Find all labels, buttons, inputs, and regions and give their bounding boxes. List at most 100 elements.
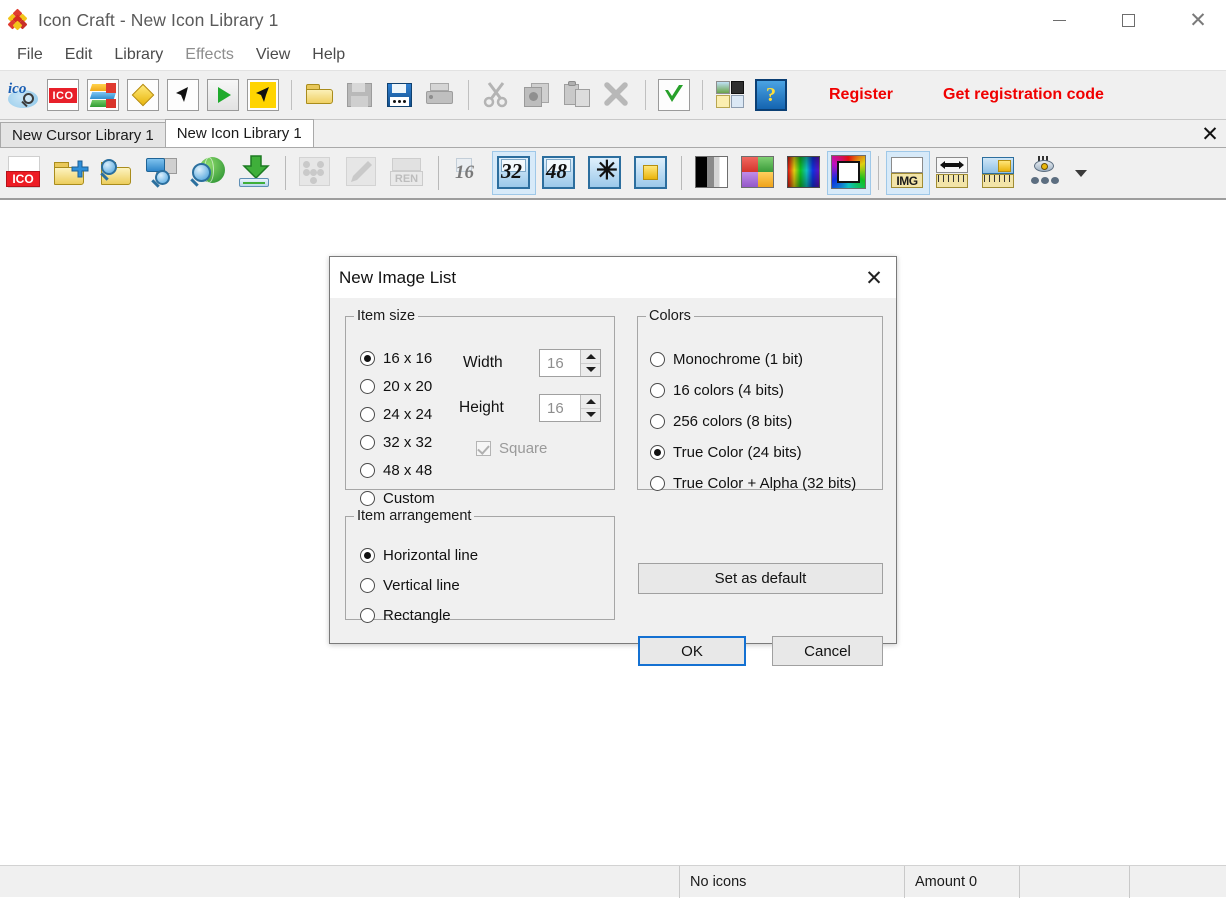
download-button[interactable] (232, 150, 278, 196)
copy-button[interactable] (517, 73, 557, 117)
radio-size-20[interactable]: 20 x 20 (360, 372, 435, 400)
radio-true-color[interactable]: True Color (24 bits) (650, 437, 856, 468)
menu-effects[interactable]: Effects (174, 44, 245, 66)
new-cursor-library-button[interactable] (163, 73, 203, 117)
height-spin-up-button[interactable] (581, 395, 600, 409)
true-color-button[interactable] (827, 151, 871, 195)
radio-monochrome[interactable]: Monochrome (1 bit) (650, 344, 856, 375)
minimize-button[interactable] (1036, 0, 1082, 40)
radio-size-32[interactable]: 32 x 32 (360, 428, 435, 456)
dialog-body: Item size 16 x 16 20 x 20 24 x 24 32 x 3… (330, 299, 896, 666)
preview-eye-icon (1026, 154, 1064, 192)
width-spin-down-button[interactable] (581, 364, 600, 377)
chevron-down-icon (1075, 170, 1087, 177)
radio-indicator-icon (360, 350, 375, 366)
radio-16-colors[interactable]: 16 colors (4 bits) (650, 375, 856, 406)
dialog-close-button[interactable]: ✕ (860, 265, 888, 291)
radio-label: Rectangle (383, 606, 451, 624)
delete-button[interactable] (597, 73, 637, 117)
size-16-button[interactable]: 16 (446, 150, 492, 196)
import-folder-button[interactable] (48, 150, 94, 196)
menu-file[interactable]: File (6, 44, 54, 66)
print-button[interactable] (420, 73, 460, 117)
save-as-button[interactable] (380, 73, 420, 117)
width-input[interactable]: 16 (540, 350, 580, 376)
new-icon-library-button[interactable]: ico (3, 73, 43, 117)
radio-indicator-icon (650, 352, 665, 367)
image-format-button[interactable]: IMG (886, 151, 930, 195)
toolbar-overflow-button[interactable] (1068, 150, 1094, 196)
colors-256-button[interactable] (781, 150, 827, 196)
paste-button[interactable] (557, 73, 597, 117)
tab-new-icon-library-1[interactable]: New Icon Library 1 (164, 119, 314, 147)
new-ico-button[interactable]: ICO (2, 150, 48, 196)
height-input[interactable]: 16 (540, 395, 580, 421)
ok-button[interactable]: OK (638, 636, 746, 666)
radio-true-color-alpha[interactable]: True Color + Alpha (32 bits) (650, 468, 856, 499)
size-48-button[interactable]: 48 (536, 150, 582, 196)
menu-library[interactable]: Library (103, 44, 174, 66)
cut-button[interactable] (477, 73, 517, 117)
radio-label: Horizontal line (383, 546, 479, 564)
menu-view[interactable]: View (245, 44, 301, 66)
new-cursor-button[interactable] (123, 73, 163, 117)
new-icon-button[interactable]: ICO (43, 73, 83, 117)
open-button[interactable] (300, 73, 340, 117)
radio-horizontal-line[interactable]: Horizontal line (360, 540, 478, 570)
radio-label: 24 x 24 (383, 405, 433, 423)
size-32-button[interactable]: 32 (492, 151, 536, 195)
square-checkbox[interactable]: Square (476, 434, 547, 462)
set-as-default-button[interactable]: Set as default (638, 563, 883, 594)
new-ani-library-button[interactable] (243, 73, 283, 117)
toolbar-separator-4 (702, 80, 703, 110)
width-spin-arrows[interactable] (580, 350, 600, 376)
true-color-alpha-icon (830, 154, 868, 192)
screen-capture-button[interactable] (140, 150, 186, 196)
caret-up-icon (585, 398, 596, 404)
radio-indicator-icon (360, 607, 375, 623)
register-link[interactable]: Register (829, 86, 893, 104)
dialog-title-bar: New Image List ✕ (330, 257, 896, 299)
preview-button[interactable] (1022, 150, 1068, 196)
close-window-button[interactable]: ✕ (1175, 0, 1221, 40)
height-stepper[interactable]: 16 (539, 394, 601, 422)
radio-label: 48 x 48 (383, 461, 433, 479)
edit-button[interactable] (339, 150, 385, 196)
new-animated-cursor-button[interactable] (203, 73, 243, 117)
tab-new-cursor-library-1[interactable]: New Cursor Library 1 (0, 122, 166, 147)
menu-edit[interactable]: Edit (54, 44, 104, 66)
width-stepper[interactable]: 16 (539, 349, 601, 377)
maximize-button[interactable] (1105, 0, 1151, 40)
help-button[interactable]: ? (751, 73, 791, 117)
web-search-button[interactable] (186, 150, 232, 196)
radio-rectangle[interactable]: Rectangle (360, 600, 478, 630)
cancel-button[interactable]: Cancel (772, 636, 883, 666)
radio-size-24[interactable]: 24 x 24 (360, 400, 435, 428)
browse-folder-button[interactable] (94, 150, 140, 196)
height-spin-down-button[interactable] (581, 409, 600, 422)
rename-ren-icon: REN (389, 154, 427, 192)
radio-size-16[interactable]: 16 x 16 (360, 344, 435, 372)
width-spin-up-button[interactable] (581, 350, 600, 364)
image-editor-button[interactable] (711, 73, 751, 117)
menu-bar: File Edit Library Effects View Help (0, 40, 1226, 70)
height-spin-arrows[interactable] (580, 395, 600, 421)
rename-button[interactable]: REN (385, 150, 431, 196)
radio-vertical-line[interactable]: Vertical line (360, 570, 478, 600)
colors-16-button[interactable] (735, 150, 781, 196)
resize-width-button[interactable] (930, 150, 976, 196)
arrange-button[interactable] (293, 150, 339, 196)
radio-256-colors[interactable]: 256 colors (8 bits) (650, 406, 856, 437)
square-label: Square (499, 439, 548, 457)
save-button[interactable] (340, 73, 380, 117)
close-tab-button[interactable]: ✕ (1198, 122, 1222, 146)
menu-help[interactable]: Help (301, 44, 356, 66)
radio-size-48[interactable]: 48 x 48 (360, 456, 435, 484)
size-custom-button[interactable]: ✳ (582, 150, 628, 196)
new-image-list-button[interactable] (83, 73, 123, 117)
apply-button[interactable] (654, 73, 694, 117)
resize-canvas-button[interactable] (976, 150, 1022, 196)
monochrome-button[interactable] (689, 150, 735, 196)
size-fit-button[interactable] (628, 150, 674, 196)
get-registration-code-link[interactable]: Get registration code (943, 86, 1104, 104)
